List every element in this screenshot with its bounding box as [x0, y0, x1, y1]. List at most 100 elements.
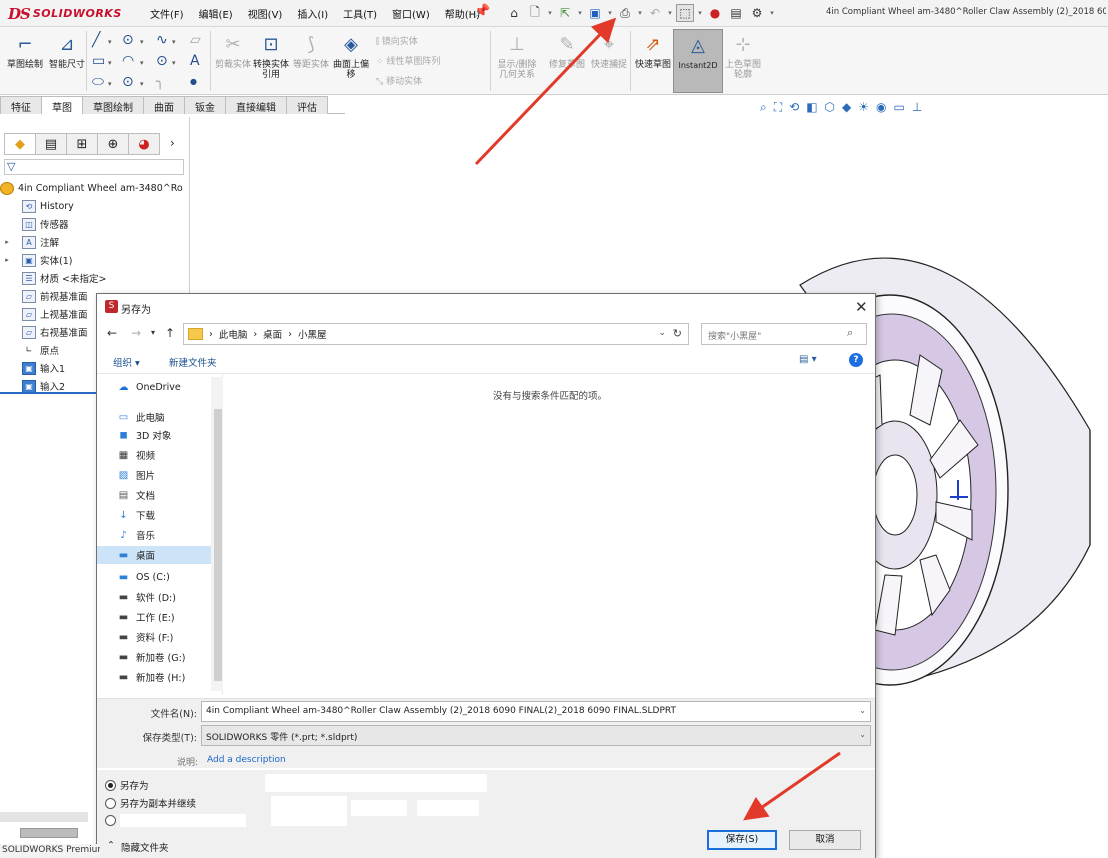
move-entities-button[interactable]: ⤡ 移动实体 — [376, 74, 422, 87]
convert-entities-button[interactable]: ⊡ 转换实体引用 — [250, 33, 292, 80]
search-icon[interactable]: ⌕ — [847, 326, 853, 340]
tree-expander[interactable]: ▸ — [2, 256, 12, 264]
apply-scene-icon[interactable]: ▭ — [894, 100, 905, 115]
close-icon[interactable]: ✕ — [855, 298, 868, 316]
polygon-icon[interactable]: ⊙ — [156, 53, 168, 69]
tab-direct-editing[interactable]: 直接编辑 — [225, 96, 287, 114]
dimxpert-tab-icon[interactable]: ⊕ — [97, 133, 129, 155]
menu-view[interactable]: 视图(V) — [248, 5, 292, 23]
horizontal-scrollbar[interactable] — [0, 812, 88, 822]
menu-insert[interactable]: 插入(I) — [297, 5, 337, 23]
section-view-icon[interactable]: ◧ — [806, 100, 817, 115]
nav-item[interactable]: ▬ 新加卷 (G:) — [117, 648, 221, 666]
select-dropdown-icon[interactable]: ▾ — [697, 4, 703, 22]
line-dropdown-icon[interactable]: ▾ — [108, 34, 112, 50]
nav-item[interactable]: ◼ 3D 对象 — [117, 426, 221, 444]
slot-icon[interactable]: ⬭ — [92, 74, 104, 90]
open-icon[interactable]: ⇱ — [556, 4, 574, 22]
organize-button[interactable]: 组织 ▾ — [113, 355, 140, 369]
nav-item[interactable]: ▭ 此电脑 — [117, 408, 221, 426]
tree-item-sensors[interactable]: ◫ 传感器 — [0, 215, 190, 233]
open-dropdown-icon[interactable]: ▾ — [577, 4, 583, 22]
display-style-icon[interactable]: ◆ — [842, 100, 851, 115]
nav-scrollbar-thumb[interactable] — [214, 409, 222, 681]
forward-icon[interactable]: → — [131, 326, 141, 340]
back-icon[interactable]: ← — [107, 326, 117, 340]
tab-sketch-ink[interactable]: 草图绘制 — [82, 96, 144, 114]
nav-item[interactable]: ▨ 图片 — [117, 466, 221, 484]
spline-icon[interactable]: ∿ — [156, 32, 168, 48]
plane-icon[interactable]: ▱ — [190, 32, 201, 48]
save-dropdown-icon[interactable]: ▾ — [607, 4, 613, 22]
tab-sketch[interactable]: 草图 — [41, 96, 83, 114]
fillet-icon[interactable]: ╮ — [156, 74, 164, 90]
model-tabs-scroller[interactable] — [20, 828, 78, 838]
save-type-select[interactable]: SOLIDWORKS 零件 (*.prt; *.sldprt) ⌄ — [201, 725, 871, 746]
view-settings-icon[interactable]: ⊥ — [912, 100, 922, 115]
radio-save-copy-continue[interactable]: 另存为副本并继续 — [105, 796, 196, 810]
help-icon[interactable]: ? — [849, 353, 863, 367]
traffic-light-icon[interactable]: ● — [706, 4, 724, 22]
breadcrumb-this-pc[interactable]: 此电脑 — [219, 327, 248, 341]
solidworks-logo[interactable]: DS SOLIDWORKS — [8, 4, 122, 23]
menu-window[interactable]: 窗口(W) — [392, 5, 439, 23]
file-list-area[interactable]: 没有与搜索条件匹配的项。 — [225, 374, 875, 694]
spline-dropdown-icon[interactable]: ▾ — [172, 34, 176, 50]
nav-item[interactable]: ▬ OS (C:) — [117, 568, 221, 586]
tab-sheet-metal[interactable]: 钣金 — [184, 96, 226, 114]
text-icon[interactable]: A — [190, 53, 200, 69]
menu-tools[interactable]: 工具(T) — [343, 5, 386, 23]
search-input[interactable]: 搜索"小黑屋" — [701, 323, 867, 345]
undo-dropdown-icon[interactable]: ▾ — [667, 4, 673, 22]
nav-item[interactable]: ▬ 资料 (F:) — [117, 628, 221, 646]
trim-entities-button[interactable]: ✂ 剪裁实体 — [212, 33, 254, 70]
tab-evaluate[interactable]: 评估 — [286, 96, 328, 114]
nav-item[interactable]: ▤ 文档 — [117, 486, 221, 504]
new-dropdown-icon[interactable]: ▾ — [547, 4, 553, 22]
display-relations-button[interactable]: ⊥ 显示/删除几何关系 — [496, 33, 538, 80]
mirror-entities-button[interactable]: ⫿ 镜向实体 — [376, 34, 418, 47]
save-type-dropdown-icon[interactable]: ⌄ — [859, 730, 866, 739]
tab-surfaces[interactable]: 曲面 — [143, 96, 185, 114]
display-manager-tab-icon[interactable]: ◕ — [128, 133, 160, 155]
view-options-icon[interactable]: ▤ ▾ — [799, 354, 817, 365]
nav-item[interactable]: ▬ 软件 (D:) — [117, 588, 221, 606]
line-icon[interactable]: ╱ — [92, 32, 100, 48]
menu-file[interactable]: 文件(F) — [150, 5, 193, 23]
configuration-manager-tab-icon[interactable]: ⊞ — [66, 133, 98, 155]
view-orientation-icon[interactable]: ⬡ — [825, 100, 835, 115]
tree-item-material[interactable]: ☰ 材质 <未指定> — [0, 269, 190, 287]
nav-item[interactable]: ▦ 视频 — [117, 446, 221, 464]
arc-icon[interactable]: ◠ — [122, 53, 134, 69]
sketch-button[interactable]: ⌐ 草图绘制 — [4, 33, 46, 70]
file-properties-icon[interactable]: ▤ — [727, 4, 745, 22]
radio-save-copy-open[interactable] — [105, 814, 246, 827]
nav-item[interactable]: ▬ 工作 (E:) — [117, 608, 221, 626]
circle-icon[interactable]: ⊙ — [122, 32, 134, 48]
radio-save-as[interactable]: 另存为 — [105, 778, 149, 792]
nav-item[interactable]: ▬ 桌面 — [97, 546, 213, 564]
breadcrumb-desktop[interactable]: 桌面 — [263, 327, 282, 341]
offset-entities-button[interactable]: ⟆ 等距实体 — [290, 33, 332, 70]
point-icon[interactable]: ● — [190, 74, 197, 90]
zoom-to-fit-icon[interactable]: ⌕ — [760, 100, 767, 115]
instant2d-button[interactable]: ◬ Instant2D — [673, 29, 723, 93]
tab-features[interactable]: 特征 — [0, 96, 42, 114]
tree-expander[interactable]: ▸ — [2, 238, 12, 246]
tree-root[interactable]: 4in Compliant Wheel am-3480^Ro — [0, 179, 190, 197]
breadcrumb-folder[interactable]: 小黑屋 — [298, 327, 327, 341]
hide-show-icon[interactable]: ☀ — [858, 100, 869, 115]
options-gear-icon[interactable]: ⚙ — [748, 4, 766, 22]
rectangle-icon[interactable]: ▭ — [92, 53, 105, 69]
options-dropdown-icon[interactable]: ▾ — [769, 4, 775, 22]
print-dropdown-icon[interactable]: ▾ — [637, 4, 643, 22]
shaded-sketch-button[interactable]: ⊹ 上色草图轮廓 — [722, 33, 764, 80]
filename-dropdown-icon[interactable]: ⌄ — [859, 706, 866, 715]
quick-snaps-button[interactable]: ⌖ 快速捕捉 — [588, 33, 630, 70]
nav-item[interactable]: ↓ 下载 — [117, 506, 221, 524]
pin-icon[interactable]: 📌 — [474, 4, 490, 19]
edit-appearance-icon[interactable]: ◉ — [876, 100, 886, 115]
add-description-link[interactable]: Add a description — [207, 755, 286, 765]
zoom-area-icon[interactable]: ⛶ — [774, 100, 782, 115]
hide-folders-toggle[interactable]: ⌃ 隐藏文件夹 — [107, 840, 168, 854]
